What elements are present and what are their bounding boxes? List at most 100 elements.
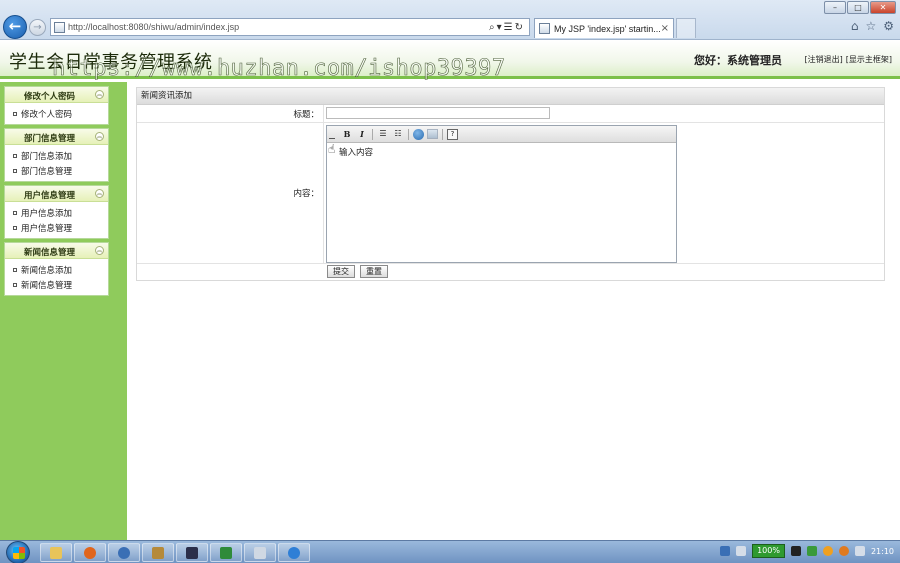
welcome-text: 您好：系统管理员: [694, 54, 782, 67]
browser-tab[interactable]: My JSP 'index.jsp' startin... ×: [534, 18, 674, 38]
clock[interactable]: 21:10: [871, 547, 894, 556]
menu-group-title: 部门信息管理: [23, 134, 75, 144]
tray-keyboard-icon[interactable]: [736, 546, 747, 556]
taskbar-excel[interactable]: [210, 543, 242, 562]
bullet-icon: [13, 267, 17, 272]
sidebar: 修改个人密码 ︽ 修改个人密码 部门信息管理 ︽ 部门信息添加 部门信息管理 用…: [0, 82, 127, 540]
help-icon[interactable]: ?: [447, 128, 458, 140]
gear-icon[interactable]: ⚙: [883, 19, 894, 33]
menu-group-news: 新闻信息管理 ︽ 新闻信息添加 新闻信息管理: [4, 242, 109, 296]
home-icon[interactable]: ⌂: [851, 19, 859, 33]
insert-image-icon[interactable]: [427, 129, 438, 139]
sidebar-item-label: 部门信息管理: [21, 166, 73, 177]
sidebar-item-department-manage[interactable]: 部门信息管理: [13, 163, 108, 178]
back-button[interactable]: ←: [3, 15, 27, 39]
title-input[interactable]: [326, 107, 550, 119]
tab-close-icon[interactable]: ×: [661, 23, 673, 34]
news-add-panel: 新闻资讯添加 标题： 内容： B I ☰ ☷ ? ☝ 输入内容 提交 重置: [136, 87, 885, 281]
address-bar[interactable]: http://localhost:8080/shiwu/admin/index.…: [50, 18, 530, 36]
menu-group-header[interactable]: 修改个人密码 ︽: [5, 87, 108, 103]
collapse-icon[interactable]: ︽: [95, 246, 104, 255]
menu-group-header[interactable]: 新闻信息管理 ︽: [5, 243, 108, 259]
editor-body[interactable]: ☝ 输入内容: [327, 142, 676, 161]
favorites-star-icon[interactable]: ☆: [865, 19, 876, 33]
hand-cursor-icon: ☝: [328, 142, 336, 156]
qq-icon[interactable]: [838, 546, 849, 556]
collapse-icon[interactable]: ︽: [95, 189, 104, 198]
taskbar-app4[interactable]: [142, 543, 174, 562]
menu-group-title: 修改个人密码: [23, 92, 75, 102]
collapse-icon[interactable]: ︽: [95, 90, 104, 99]
content-row: 内容： B I ☰ ☷ ? ☝ 输入内容: [137, 123, 884, 264]
globe-icon: [118, 546, 130, 559]
address-text[interactable]: http://localhost:8080/shiwu/admin/index.…: [68, 22, 489, 32]
power-plug-icon[interactable]: [790, 546, 801, 556]
taskbar-firefox[interactable]: [74, 543, 106, 562]
show-frame-link[interactable]: [显示主框架]: [846, 54, 892, 65]
network-signal-icon[interactable]: [854, 546, 865, 556]
system-tray: 100% 21:10: [720, 544, 894, 558]
taskbar-app3[interactable]: [108, 543, 140, 562]
close-window-button[interactable]: ✕: [870, 1, 896, 14]
taskbar-app5[interactable]: [176, 543, 208, 562]
panel-title: 新闻资讯添加: [137, 88, 884, 105]
italic-button[interactable]: I: [356, 128, 368, 140]
new-tab-button[interactable]: [676, 18, 696, 38]
bullet-icon: [13, 225, 17, 230]
tray-flag-icon[interactable]: [806, 546, 817, 556]
minimize-button[interactable]: –: [824, 1, 846, 14]
menu-group-header[interactable]: 部门信息管理 ︽: [5, 129, 108, 145]
collapse-icon[interactable]: ︽: [95, 132, 104, 141]
menu-group-header[interactable]: 用户信息管理 ︽: [5, 186, 108, 202]
browser-toolbar-icons: ⌂ ☆ ⚙: [851, 19, 894, 33]
submit-button[interactable]: 提交: [327, 265, 355, 278]
reset-button[interactable]: 重置: [360, 265, 388, 278]
address-tools[interactable]: ⌕▾☰↻: [489, 22, 529, 33]
title-row: 标题：: [137, 105, 884, 123]
sidebar-item-user-manage[interactable]: 用户信息管理: [13, 220, 108, 235]
toolbar-grip-icon: [329, 129, 335, 139]
windows-logo-icon: [13, 547, 25, 559]
sidebar-item-change-password[interactable]: 修改个人密码: [13, 106, 108, 121]
sidebar-item-label: 用户信息管理: [21, 223, 73, 234]
sidebar-item-label: 新闻信息管理: [21, 280, 73, 291]
bullet-icon: [13, 111, 17, 116]
taskbar-explorer[interactable]: [40, 543, 72, 562]
menu-group-department: 部门信息管理 ︽ 部门信息添加 部门信息管理: [4, 128, 109, 182]
bullet-icon: [13, 168, 17, 173]
sidebar-item-user-add[interactable]: 用户信息添加: [13, 205, 108, 220]
ordered-list-icon[interactable]: ☰: [377, 128, 389, 140]
taskbar-ie[interactable]: [278, 543, 310, 562]
sidebar-item-label: 部门信息添加: [21, 151, 73, 162]
sidebar-item-label: 用户信息添加: [21, 208, 73, 219]
folder-icon: [50, 546, 62, 559]
forward-button[interactable]: →: [29, 19, 46, 36]
content-label: 内容：: [293, 189, 319, 199]
bullet-icon: [13, 282, 17, 287]
sidebar-item-news-add[interactable]: 新闻信息添加: [13, 262, 108, 277]
bullet-icon: [13, 210, 17, 215]
start-button[interactable]: [6, 541, 30, 563]
tray-app-icon[interactable]: [720, 546, 731, 556]
sidebar-item-news-manage[interactable]: 新闻信息管理: [13, 277, 108, 292]
eclipse-icon: [186, 546, 198, 559]
header-links: [注销退出] [显示主框架]: [805, 54, 893, 65]
insert-link-globe-icon[interactable]: [413, 128, 424, 140]
taskbar-app7[interactable]: [244, 543, 276, 562]
taskbar-apps: [40, 543, 310, 562]
menu-group-user: 用户信息管理 ︽ 用户信息添加 用户信息管理: [4, 185, 109, 239]
archive-icon: [152, 546, 164, 559]
battery-indicator[interactable]: 100%: [752, 544, 785, 558]
excel-icon: [220, 546, 232, 559]
unordered-list-icon[interactable]: ☷: [392, 128, 404, 140]
qq-icon[interactable]: [822, 546, 833, 556]
toolbar-divider: [442, 128, 443, 140]
toolbar-divider: [408, 128, 409, 140]
menu-group-password: 修改个人密码 ︽ 修改个人密码: [4, 86, 109, 125]
bold-button[interactable]: B: [341, 128, 353, 140]
sidebar-item-department-add[interactable]: 部门信息添加: [13, 148, 108, 163]
logout-link[interactable]: [注销退出]: [805, 54, 843, 65]
maximize-button[interactable]: □: [847, 1, 869, 14]
editor-toolbar: B I ☰ ☷ ?: [327, 126, 676, 143]
rich-text-editor: B I ☰ ☷ ? ☝ 输入内容: [326, 125, 677, 263]
